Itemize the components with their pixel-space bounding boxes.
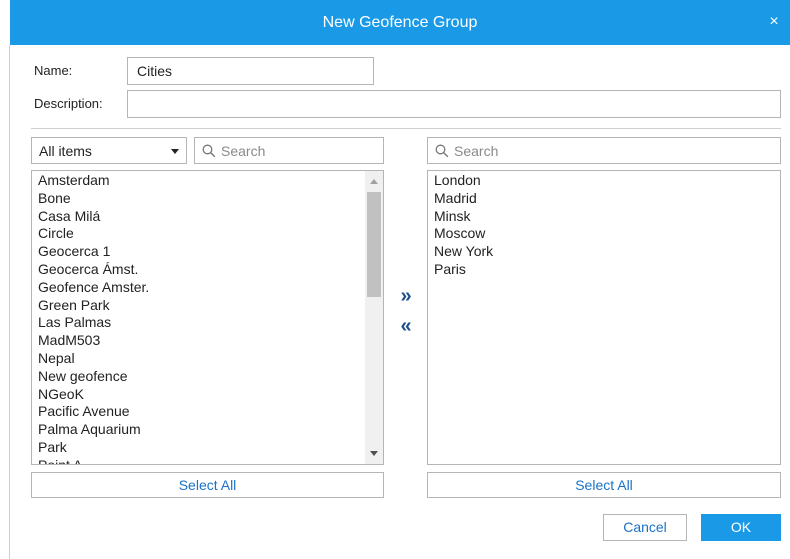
list-item[interactable]: Paris xyxy=(434,261,760,279)
list-item[interactable]: Minsk xyxy=(434,208,760,226)
list-item[interactable]: Palma Aquarium xyxy=(38,421,363,439)
ok-button[interactable]: OK xyxy=(701,514,781,541)
new-geofence-group-dialog: New Geofence Group × Name: Description: … xyxy=(0,0,790,559)
available-items-list[interactable]: Amsterdam Bone Casa Milá Circle Geocerca 1 Ge… xyxy=(31,170,384,465)
scroll-up-icon[interactable] xyxy=(370,179,378,184)
list-item[interactable]: New York xyxy=(434,243,760,261)
name-input[interactable] xyxy=(127,57,374,85)
form-divider xyxy=(31,128,781,129)
dialog-titlebar: New Geofence Group × xyxy=(10,0,790,45)
left-search-input[interactable]: Search xyxy=(194,137,384,164)
search-icon xyxy=(435,144,449,158)
scrollbar-thumb[interactable] xyxy=(367,192,381,297)
list-item[interactable]: Madrid xyxy=(434,190,760,208)
remove-selected-button[interactable]: « xyxy=(396,316,416,336)
list-item[interactable]: Circle xyxy=(38,225,363,243)
dialog-title: New Geofence Group xyxy=(322,14,478,31)
list-item[interactable]: New geofence xyxy=(38,368,363,386)
list-item[interactable]: Amsterdam xyxy=(38,172,363,190)
list-item[interactable]: Geofence Amster. xyxy=(38,279,363,297)
left-search-placeholder: Search xyxy=(221,143,266,159)
right-search-input[interactable]: Search xyxy=(427,137,781,164)
filter-dropdown[interactable]: All items xyxy=(31,137,187,164)
search-icon xyxy=(202,144,216,158)
close-icon[interactable]: × xyxy=(766,14,782,30)
list-item[interactable]: Nepal xyxy=(38,350,363,368)
list-item[interactable]: Geocerca 1 xyxy=(38,243,363,261)
list-item[interactable]: Bone xyxy=(38,190,363,208)
list-item[interactable]: Pacific Avenue xyxy=(38,403,363,421)
add-selected-button[interactable]: » xyxy=(396,286,416,306)
selected-items: London Madrid Minsk Moscow New York Paris xyxy=(434,172,760,279)
available-items: Amsterdam Bone Casa Milá Circle Geocerca 1 Ge… xyxy=(38,172,363,464)
filter-selected-value: All items xyxy=(39,143,92,159)
list-item[interactable]: London xyxy=(434,172,760,190)
list-scrollbar[interactable] xyxy=(365,171,383,464)
description-input[interactable] xyxy=(127,90,781,118)
list-item[interactable]: Park xyxy=(38,439,363,457)
right-search-placeholder: Search xyxy=(454,143,499,159)
left-select-all-button[interactable]: Select All xyxy=(31,472,384,498)
cancel-button[interactable]: Cancel xyxy=(603,514,687,541)
list-item[interactable]: Point A xyxy=(38,457,363,464)
right-select-all-button[interactable]: Select All xyxy=(427,472,781,498)
dialog-border xyxy=(9,45,10,559)
list-item[interactable]: Casa Milá xyxy=(38,208,363,226)
scroll-down-icon[interactable] xyxy=(370,451,378,456)
selected-items-list[interactable]: London Madrid Minsk Moscow New York Paris xyxy=(427,170,781,465)
list-item[interactable]: NGeoK xyxy=(38,386,363,404)
chevron-down-icon xyxy=(171,149,179,154)
list-item[interactable]: Las Palmas xyxy=(38,314,363,332)
list-item[interactable]: MadM503 xyxy=(38,332,363,350)
list-item[interactable]: Geocerca Ámst. xyxy=(38,261,363,279)
name-label: Name: xyxy=(34,63,73,78)
list-item[interactable]: Moscow xyxy=(434,225,760,243)
description-label: Description: xyxy=(34,96,103,111)
list-item[interactable]: Green Park xyxy=(38,297,363,315)
